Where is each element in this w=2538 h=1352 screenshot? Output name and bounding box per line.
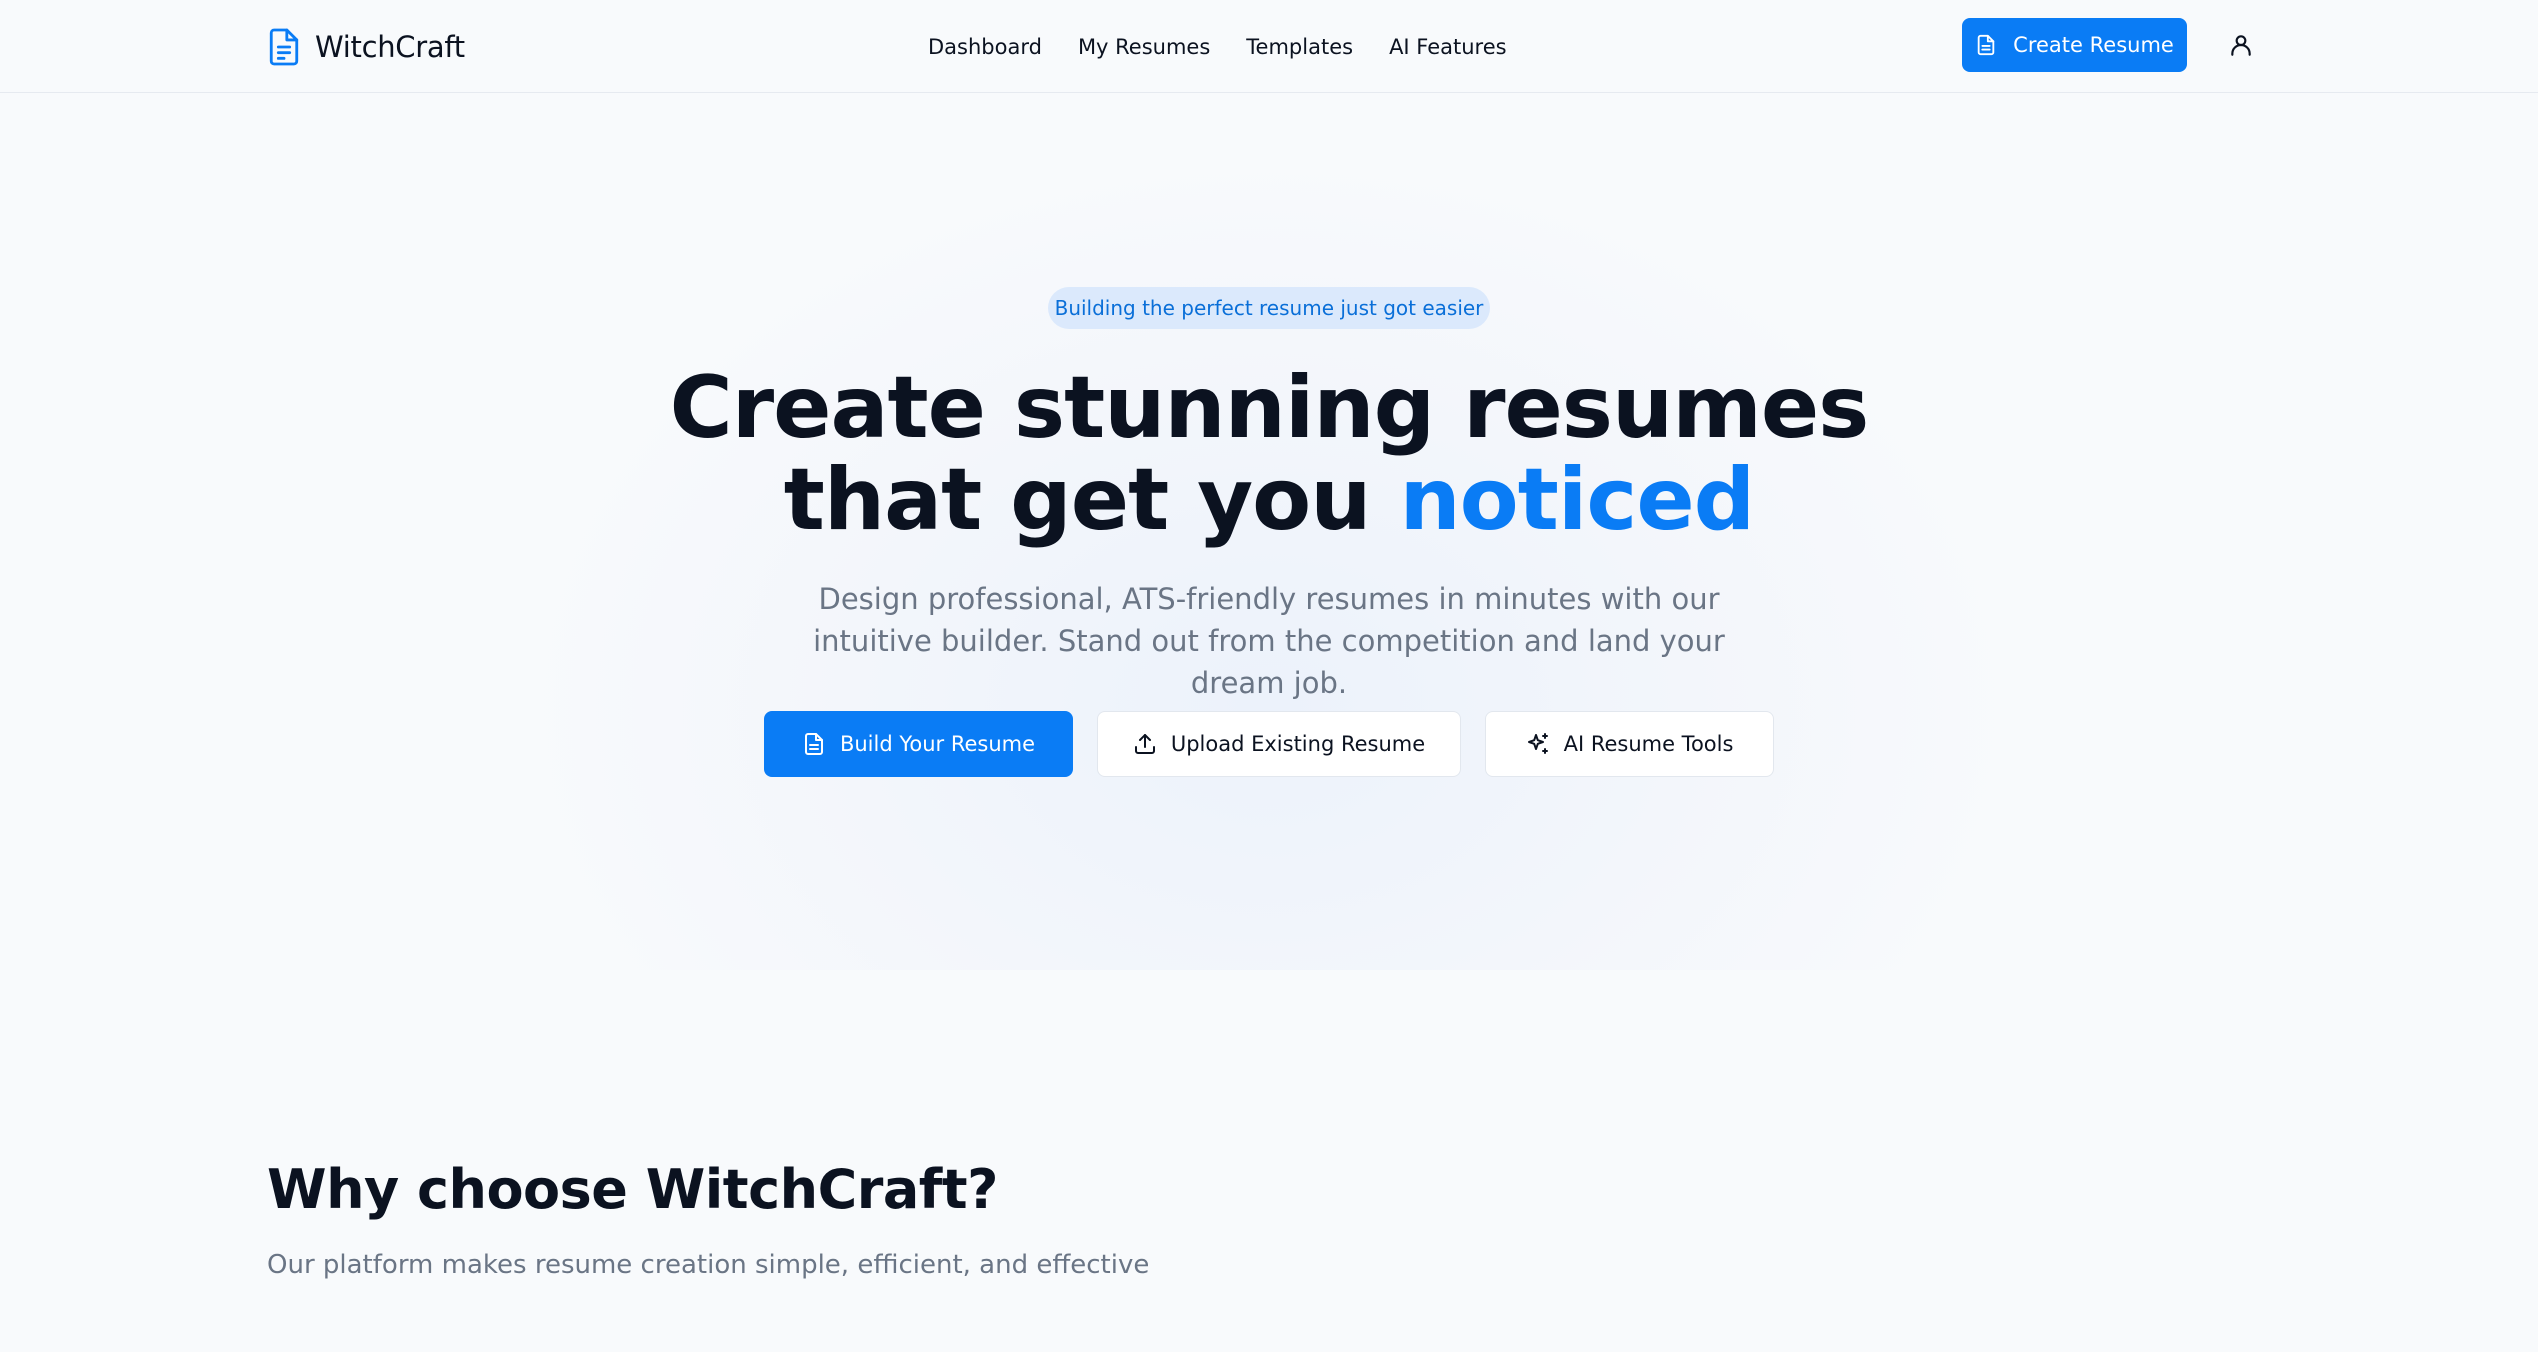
- top-navbar: WitchCraft Dashboard My Resumes Template…: [0, 0, 2538, 93]
- nav-my-resumes[interactable]: My Resumes: [1078, 35, 1210, 59]
- document-icon: [804, 733, 823, 755]
- brand-name: WitchCraft: [315, 30, 465, 64]
- nav-templates[interactable]: Templates: [1246, 35, 1353, 59]
- features-title: Why choose WitchCraft?: [267, 1158, 998, 1221]
- headline-line-1: Create stunning resumes: [669, 358, 1870, 458]
- hero-headline: Create stunning resumes that get you not…: [600, 362, 1938, 546]
- nav-ai-features[interactable]: AI Features: [1389, 35, 1507, 59]
- hero-subtext: Design professional, ATS-friendly resume…: [813, 582, 1725, 700]
- headline-accent-word: noticed: [1399, 450, 1755, 550]
- hero-badge: Building the perfect resume just got eas…: [1048, 287, 1490, 329]
- headline-line-2-prefix: that get you: [783, 450, 1372, 550]
- document-icon: [1977, 34, 1995, 56]
- upload-icon: [1134, 734, 1155, 754]
- ai-resume-tools-label: AI Resume Tools: [1563, 732, 1734, 756]
- upload-resume-label: Upload Existing Resume: [1170, 732, 1426, 756]
- build-resume-button[interactable]: Build Your Resume: [764, 711, 1073, 777]
- document-icon: [269, 28, 299, 66]
- main-nav: Dashboard My Resumes Templates AI Featur…: [928, 30, 1507, 64]
- create-resume-button[interactable]: Create Resume: [1962, 18, 2187, 72]
- brand-logo[interactable]: WitchCraft: [267, 26, 465, 68]
- create-resume-label: Create Resume: [2013, 33, 2174, 57]
- build-resume-label: Build Your Resume: [839, 732, 1036, 756]
- upload-resume-button[interactable]: Upload Existing Resume: [1097, 711, 1461, 777]
- features-subtitle: Our platform makes resume creation simpl…: [267, 1250, 1150, 1280]
- hero-actions: Build Your Resume Upload Existing Resume…: [764, 711, 1774, 777]
- sparkles-icon: [1527, 733, 1548, 754]
- nav-dashboard[interactable]: Dashboard: [928, 35, 1042, 59]
- user-icon[interactable]: [2228, 32, 2254, 58]
- ai-resume-tools-button[interactable]: AI Resume Tools: [1485, 711, 1774, 777]
